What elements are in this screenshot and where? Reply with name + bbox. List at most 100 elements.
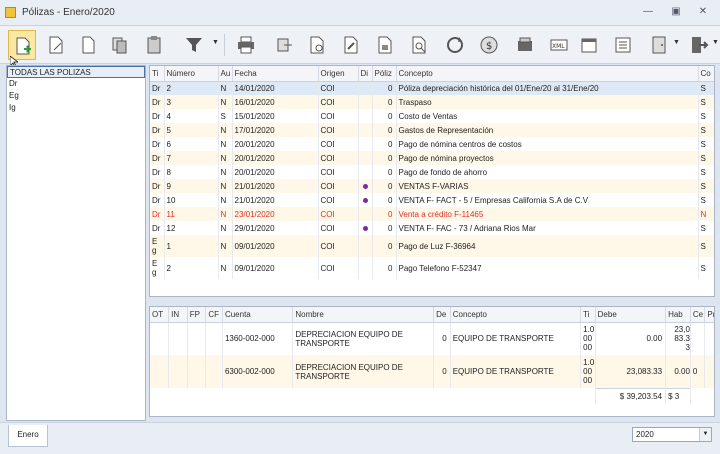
poliza-row[interactable]: Dr 2 N 14/01/2020 COI 0 Póliza depreciación hi…	[150, 81, 714, 95]
poliza-cell-ti: Dr	[150, 151, 165, 165]
totals-row: $ 39,203.54 $ 3	[150, 387, 714, 404]
poliza-row[interactable]: Dr 4 S 15/01/2020 COI 0 Costo de Ventas S	[150, 109, 714, 123]
col-header-di[interactable]: Di	[358, 66, 373, 82]
poliza-cell-num: 2	[164, 81, 219, 95]
col-header-numero[interactable]: Número	[164, 66, 219, 82]
col-header-cf[interactable]: CF	[205, 307, 223, 323]
door-button[interactable]	[645, 30, 673, 60]
movimiento-cell-debe: 0.00	[595, 322, 667, 355]
status-dot-icon	[362, 197, 368, 203]
poliza-cell-di	[358, 179, 373, 193]
exit-button[interactable]	[685, 30, 713, 60]
col-header-ce[interactable]: Ce	[690, 307, 706, 323]
print-button[interactable]	[232, 30, 260, 60]
filter-button[interactable]	[180, 30, 208, 60]
poliza-cell-pol: 0	[372, 179, 397, 193]
col-header-ti-mov[interactable]: Ti	[580, 307, 596, 323]
exit-dropdown-arrow[interactable]: ▼	[712, 39, 719, 46]
poliza-cell-ti: Dr	[150, 109, 165, 123]
edit-document-button[interactable]	[42, 30, 70, 60]
maximize-button[interactable]: ▣	[668, 5, 684, 19]
close-button[interactable]: ✕	[695, 5, 711, 19]
poliza-row[interactable]: Dr 10 N 21/01/2020 COI 0 VENTA F- FACT - 5 / E…	[150, 193, 714, 207]
movimiento-row[interactable]: 6300-002-000 DEPRECIACION EQUIPO DE TRANS…	[150, 355, 714, 388]
col-header-hab[interactable]: Hab	[665, 307, 691, 323]
col-header-fp[interactable]: FP	[187, 307, 207, 323]
currency-button[interactable]: $	[475, 30, 503, 60]
col-header-pr[interactable]: Pr	[704, 307, 714, 323]
calendar-button[interactable]	[575, 30, 603, 60]
poliza-row[interactable]: Dr 12 N 29/01/2020 COI 0 VENTA F- FAC - 73 / A…	[150, 221, 714, 235]
poliza-row[interactable]: Eg 1 N 09/01/2020 COI 0 Pago de Luz F-36964 S	[150, 235, 714, 257]
poliza-type-ig[interactable]: Ig	[7, 102, 145, 114]
status-bar: Enero 2020 ▼	[0, 422, 720, 454]
poliza-cell-origen: COI	[318, 179, 359, 193]
col-header-in[interactable]: IN	[168, 307, 188, 323]
report-3-icon	[378, 36, 392, 54]
movimientos-header-row: OT IN FP CF Cuenta Nombre De Concepto Ti…	[150, 307, 714, 323]
col-header-co[interactable]: Co	[698, 66, 714, 82]
list-button[interactable]	[609, 30, 637, 60]
col-header-ot[interactable]: OT	[150, 307, 170, 323]
poliza-cell-origen: COI	[318, 207, 359, 221]
poliza-cell-pol: 0	[372, 221, 397, 235]
col-header-nombre[interactable]: Nombre	[292, 307, 435, 323]
col-header-debe[interactable]: Debe	[595, 307, 667, 323]
paste-button[interactable]	[140, 30, 168, 60]
poliza-cell-co: S	[698, 137, 714, 151]
poliza-row[interactable]: Eg 2 N 09/01/2020 COI 0 Pago Telefono F-52347 S	[150, 257, 714, 279]
window-title: Pólizas - Enero/2020	[22, 7, 115, 18]
filter-dropdown-arrow[interactable]: ▼	[212, 39, 219, 46]
refresh-button[interactable]	[441, 30, 469, 60]
blank-document-button[interactable]	[74, 30, 102, 60]
poliza-type-dr[interactable]: Dr	[7, 78, 145, 90]
col-header-cuenta[interactable]: Cuenta	[222, 307, 294, 323]
col-header-ti[interactable]: Ti	[150, 66, 165, 82]
new-document-icon	[16, 37, 31, 55]
poliza-row[interactable]: Dr 8 N 20/01/2020 COI 0 Pago de fondo de ahorr…	[150, 165, 714, 179]
chevron-down-icon[interactable]: ▼	[699, 428, 711, 441]
movimiento-row[interactable]: 1360-002-000 DEPRECIACION EQUIPO DE TRANS…	[150, 322, 714, 355]
poliza-row[interactable]: Dr 3 N 16/01/2020 COI 0 Traspaso S	[150, 95, 714, 109]
movimiento-cell-cf	[205, 355, 223, 388]
report-3-button[interactable]	[371, 30, 399, 60]
scan-button[interactable]	[511, 30, 539, 60]
poliza-row[interactable]: Dr 7 N 20/01/2020 COI 0 Pago de nómina proyect…	[150, 151, 714, 165]
col-header-concepto[interactable]: Concepto	[396, 66, 699, 82]
poliza-row[interactable]: Dr 5 N 17/01/2020 COI 0 Gastos de Representaci…	[150, 123, 714, 137]
poliza-cell-co: S	[698, 193, 714, 207]
poliza-row[interactable]: Dr 6 N 20/01/2020 COI 0 Pago de nómina centros…	[150, 137, 714, 151]
poliza-cell-au: N	[218, 123, 233, 137]
status-dot-icon	[362, 225, 368, 231]
movimiento-cell-debe: 23,083.33	[595, 355, 667, 388]
xml-button[interactable]: XML	[545, 30, 573, 60]
search-report-button[interactable]	[405, 30, 433, 60]
report-icon	[310, 36, 324, 54]
poliza-cell-concepto: VENTAS F-VARIAS	[396, 179, 699, 193]
door-dropdown-arrow[interactable]: ▼	[673, 39, 680, 46]
poliza-cell-pol: 0	[372, 81, 397, 95]
col-header-de[interactable]: De	[433, 307, 451, 323]
report-2-button[interactable]	[337, 30, 365, 60]
minimize-button[interactable]: —	[640, 5, 656, 19]
poliza-cell-num: 5	[164, 123, 219, 137]
report-button[interactable]	[303, 30, 331, 60]
poliza-row[interactable]: Dr 11 N 23/01/2020 COI 0 Venta a crédito F-114…	[150, 207, 714, 221]
poliza-type-list: TODAS LAS POLIZAS Dr Eg Ig	[6, 65, 146, 421]
col-header-fecha[interactable]: Fecha	[232, 66, 319, 82]
poliza-type-eg[interactable]: Eg	[7, 90, 145, 102]
tab-enero[interactable]: Enero	[8, 425, 48, 447]
col-header-concepto-mov[interactable]: Concepto	[450, 307, 582, 323]
poliza-cell-au: N	[218, 193, 233, 207]
year-select[interactable]: 2020 ▼	[632, 427, 712, 442]
refresh-icon	[447, 37, 463, 53]
col-header-au[interactable]: Au	[218, 66, 233, 82]
poliza-row[interactable]: Dr 9 N 21/01/2020 COI 0 VENTAS F-VARIAS S	[150, 179, 714, 193]
poliza-type-all[interactable]: TODAS LAS POLIZAS	[7, 66, 145, 78]
movimiento-cell-concepto: EQUIPO DE TRANSPORTE	[450, 322, 582, 355]
copy-button[interactable]	[106, 30, 134, 60]
poliza-cell-ti: Eg	[150, 235, 165, 257]
col-header-origen[interactable]: Origen	[318, 66, 359, 82]
col-header-poliz[interactable]: Póliz	[372, 66, 397, 82]
export-button[interactable]	[270, 30, 298, 60]
